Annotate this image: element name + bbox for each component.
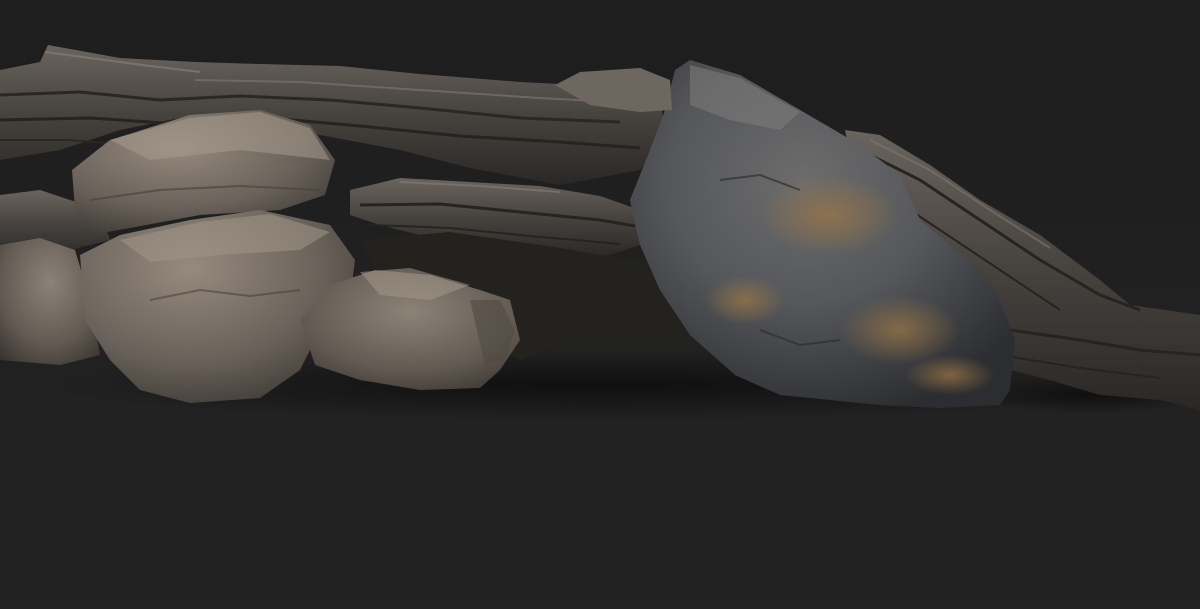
render-viewport <box>0 0 1200 609</box>
rock-scene <box>0 0 1200 609</box>
